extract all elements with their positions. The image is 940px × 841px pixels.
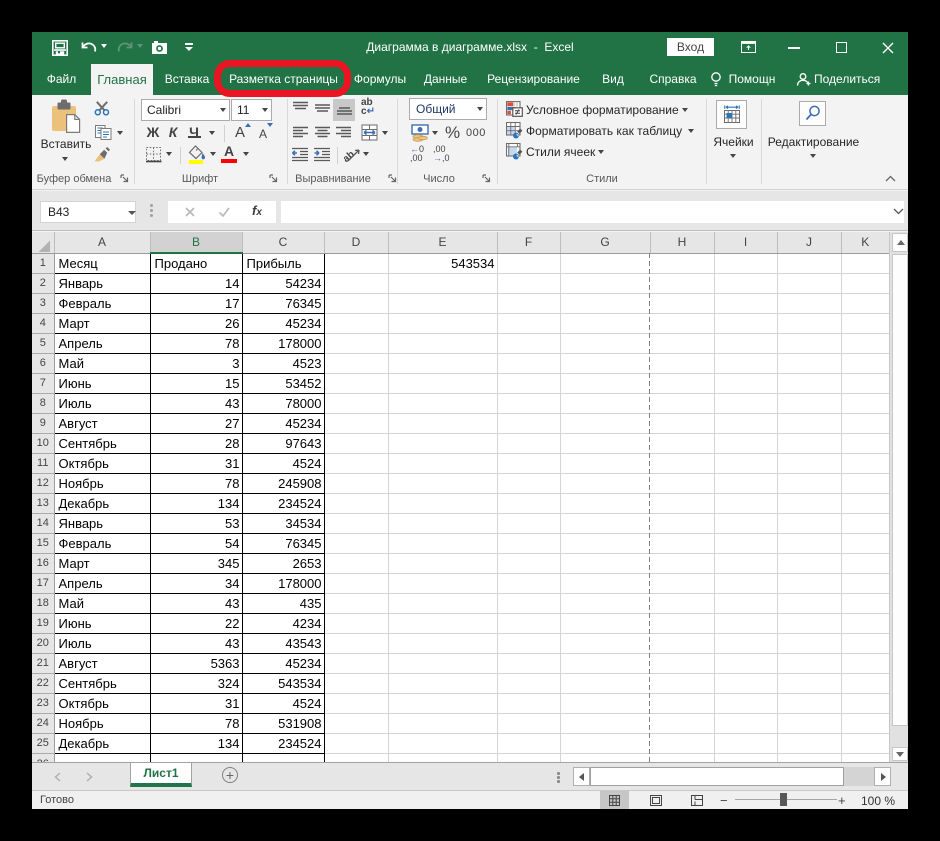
svg-text:ab: ab [344, 149, 357, 164]
